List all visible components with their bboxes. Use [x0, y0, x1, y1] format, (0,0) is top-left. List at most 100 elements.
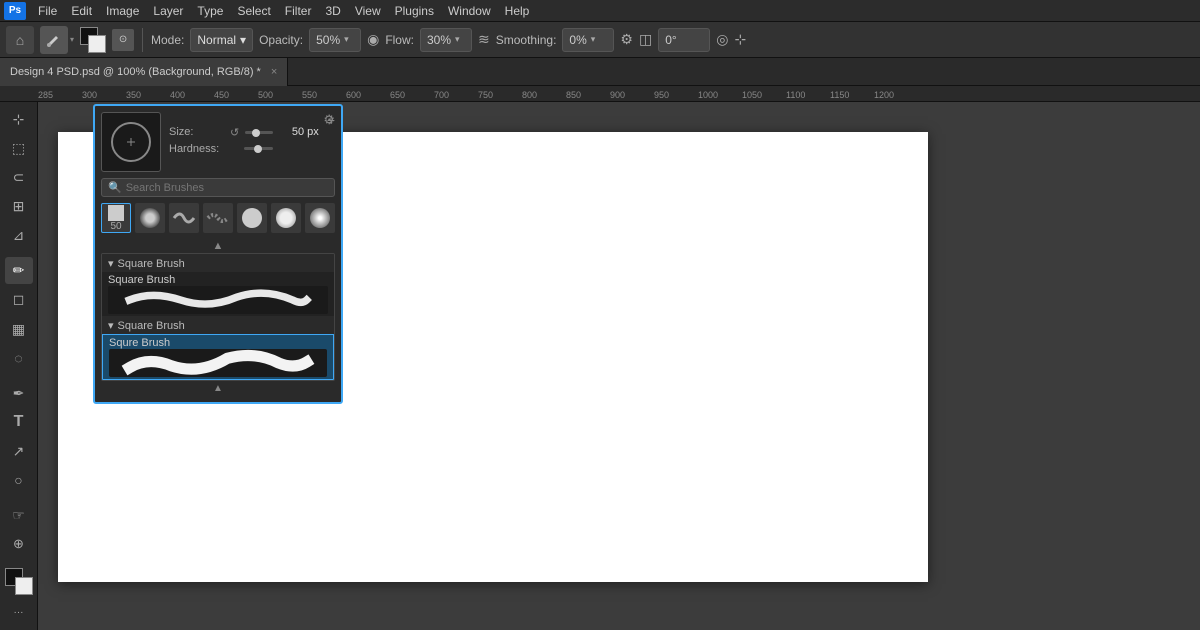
- ruler-label-450: 450: [214, 90, 258, 101]
- tool-selection[interactable]: ⬚: [5, 135, 33, 162]
- menu-plugins[interactable]: Plugins: [389, 2, 440, 20]
- brush-dropdown[interactable]: ▾: [70, 35, 74, 44]
- preset-tapered[interactable]: [169, 203, 199, 233]
- brush-tool-icon: [46, 32, 62, 48]
- tapered-brush-icon: [172, 208, 196, 228]
- menu-3d[interactable]: 3D: [319, 2, 346, 20]
- color-swatches[interactable]: [80, 27, 106, 53]
- brush-search-row: 🔍: [101, 178, 335, 197]
- brush-group-label-1: ▾ Square Brush: [102, 254, 334, 272]
- menu-edit[interactable]: Edit: [65, 2, 98, 20]
- tab-label: Design 4 PSD.psd @ 100% (Background, RGB…: [10, 66, 261, 78]
- ps-logo: Ps: [4, 2, 26, 20]
- opacity-dropdown[interactable]: 50% ▾: [309, 28, 361, 52]
- brush-stroke-svg-2: [109, 349, 327, 377]
- settings-icon[interactable]: ⚙: [620, 31, 633, 48]
- toolbar-swatches[interactable]: [5, 568, 33, 595]
- ruler-label-650: 650: [390, 90, 434, 101]
- tab-close-button[interactable]: ×: [271, 66, 277, 78]
- brush-search-input[interactable]: [126, 182, 328, 194]
- preset-square-50[interactable]: 50: [101, 203, 131, 233]
- tool-hand[interactable]: ☞: [5, 502, 33, 529]
- angle-value-field[interactable]: 0°: [658, 28, 710, 52]
- canvas-container: 0 50 100 150 200 250 300 350 400 ⚙: [38, 102, 1200, 630]
- menu-select[interactable]: Select: [231, 2, 276, 20]
- menu-filter[interactable]: Filter: [279, 2, 318, 20]
- preset-size-50: 50: [110, 221, 121, 232]
- extra-icon[interactable]: ⊹: [734, 31, 746, 48]
- tool-text[interactable]: T: [5, 409, 33, 436]
- angle-value: 0°: [665, 33, 676, 47]
- flow-dropdown[interactable]: 30% ▾: [420, 28, 472, 52]
- hardness-slider[interactable]: [244, 147, 273, 150]
- brush-list-scroll-up[interactable]: ▲: [101, 239, 335, 253]
- tool-move[interactable]: ⊹: [5, 106, 33, 133]
- ruler-label-1100: 1100: [786, 90, 830, 101]
- opacity-icon[interactable]: ◉: [367, 31, 379, 48]
- menu-window[interactable]: Window: [442, 2, 497, 20]
- stipple-brush-icon: [206, 208, 230, 228]
- background-color[interactable]: [88, 35, 106, 53]
- tool-gradient[interactable]: ▦: [5, 316, 33, 343]
- tool-shape[interactable]: ○: [5, 467, 33, 494]
- tool-path-select[interactable]: ↗: [5, 438, 33, 465]
- brush-panel-settings-button[interactable]: ⚙: [323, 112, 335, 128]
- ruler-label-1050: 1050: [742, 90, 786, 101]
- tool-brush[interactable]: ✏: [5, 257, 33, 284]
- tool-eyedropper[interactable]: ⊿: [5, 222, 33, 249]
- brush-list-item-2[interactable]: Squre Brush: [102, 334, 334, 380]
- brush-stroke-svg-1: [108, 286, 328, 314]
- tool-pen[interactable]: ✒: [5, 380, 33, 407]
- preset-soft-edge[interactable]: [305, 203, 335, 233]
- brush-list[interactable]: ▾ Square Brush Square Brush: [101, 253, 335, 381]
- brush-item-name-2: Squre Brush: [109, 337, 327, 349]
- brush-list-scroll-down[interactable]: ▲: [101, 381, 335, 396]
- hardness-label: Hardness:: [169, 143, 224, 155]
- menu-image[interactable]: Image: [100, 2, 145, 20]
- document-tab[interactable]: Design 4 PSD.psd @ 100% (Background, RGB…: [0, 58, 288, 86]
- toolbar-bg-swatch[interactable]: [15, 577, 33, 595]
- preset-round-hard[interactable]: [237, 203, 267, 233]
- tool-blur[interactable]: ◌: [5, 345, 33, 372]
- erase-icon: ⊙: [119, 34, 127, 45]
- hardness-param-row: Hardness:: [169, 143, 319, 155]
- tool-lasso[interactable]: ⊂: [5, 164, 33, 191]
- tool-zoom[interactable]: ⊕: [5, 531, 33, 558]
- brush-tool-group: ▾: [40, 26, 74, 54]
- tool-crop[interactable]: ⊞: [5, 193, 33, 220]
- smoothing-dropdown[interactable]: 0% ▾: [562, 28, 614, 52]
- menu-view[interactable]: View: [349, 2, 387, 20]
- brush-list-item-1[interactable]: Square Brush: [102, 272, 334, 316]
- erase-button[interactable]: ⊙: [112, 29, 134, 51]
- home-icon: ⌂: [16, 32, 24, 48]
- menu-type[interactable]: Type: [191, 2, 229, 20]
- brush-preview-section: Size: ↺ 50 px Hardness:: [101, 112, 335, 172]
- preset-stipple[interactable]: [203, 203, 233, 233]
- size-slider[interactable]: [245, 131, 273, 134]
- flow-chevron-icon: ▾: [455, 34, 460, 45]
- brush-group-expand-icon-2: ▾: [108, 319, 114, 332]
- menu-file[interactable]: File: [32, 2, 63, 20]
- menu-help[interactable]: Help: [499, 2, 536, 20]
- horizontal-ruler: 285 300 350 400 450 500 550 600 650 700 …: [0, 86, 1200, 102]
- flow-icon[interactable]: ≋: [478, 31, 490, 48]
- canvas-area[interactable]: ⚙ Size: ↺: [38, 102, 1200, 630]
- preset-round-med[interactable]: [271, 203, 301, 233]
- home-button[interactable]: ⌂: [6, 26, 34, 54]
- mode-label: Mode:: [151, 33, 184, 47]
- ruler-label-400: 400: [170, 90, 214, 101]
- mode-chevron-icon: ▾: [240, 33, 246, 47]
- brush-tool-button[interactable]: [40, 26, 68, 54]
- ruler-label-900: 900: [610, 90, 654, 101]
- angle-icon[interactable]: ◫: [639, 31, 652, 48]
- size-value: 50 px: [279, 126, 319, 138]
- size-refresh-icon[interactable]: ↺: [230, 126, 239, 139]
- ruler-label-950: 950: [654, 90, 698, 101]
- tool-eraser[interactable]: ◻: [5, 286, 33, 313]
- target-icon[interactable]: ◎: [716, 31, 728, 48]
- tabs-bar: Design 4 PSD.psd @ 100% (Background, RGB…: [0, 58, 1200, 86]
- menu-layer[interactable]: Layer: [147, 2, 189, 20]
- preset-round-soft[interactable]: [135, 203, 165, 233]
- tool-more[interactable]: ···: [5, 599, 33, 626]
- mode-dropdown[interactable]: Normal ▾: [190, 28, 253, 52]
